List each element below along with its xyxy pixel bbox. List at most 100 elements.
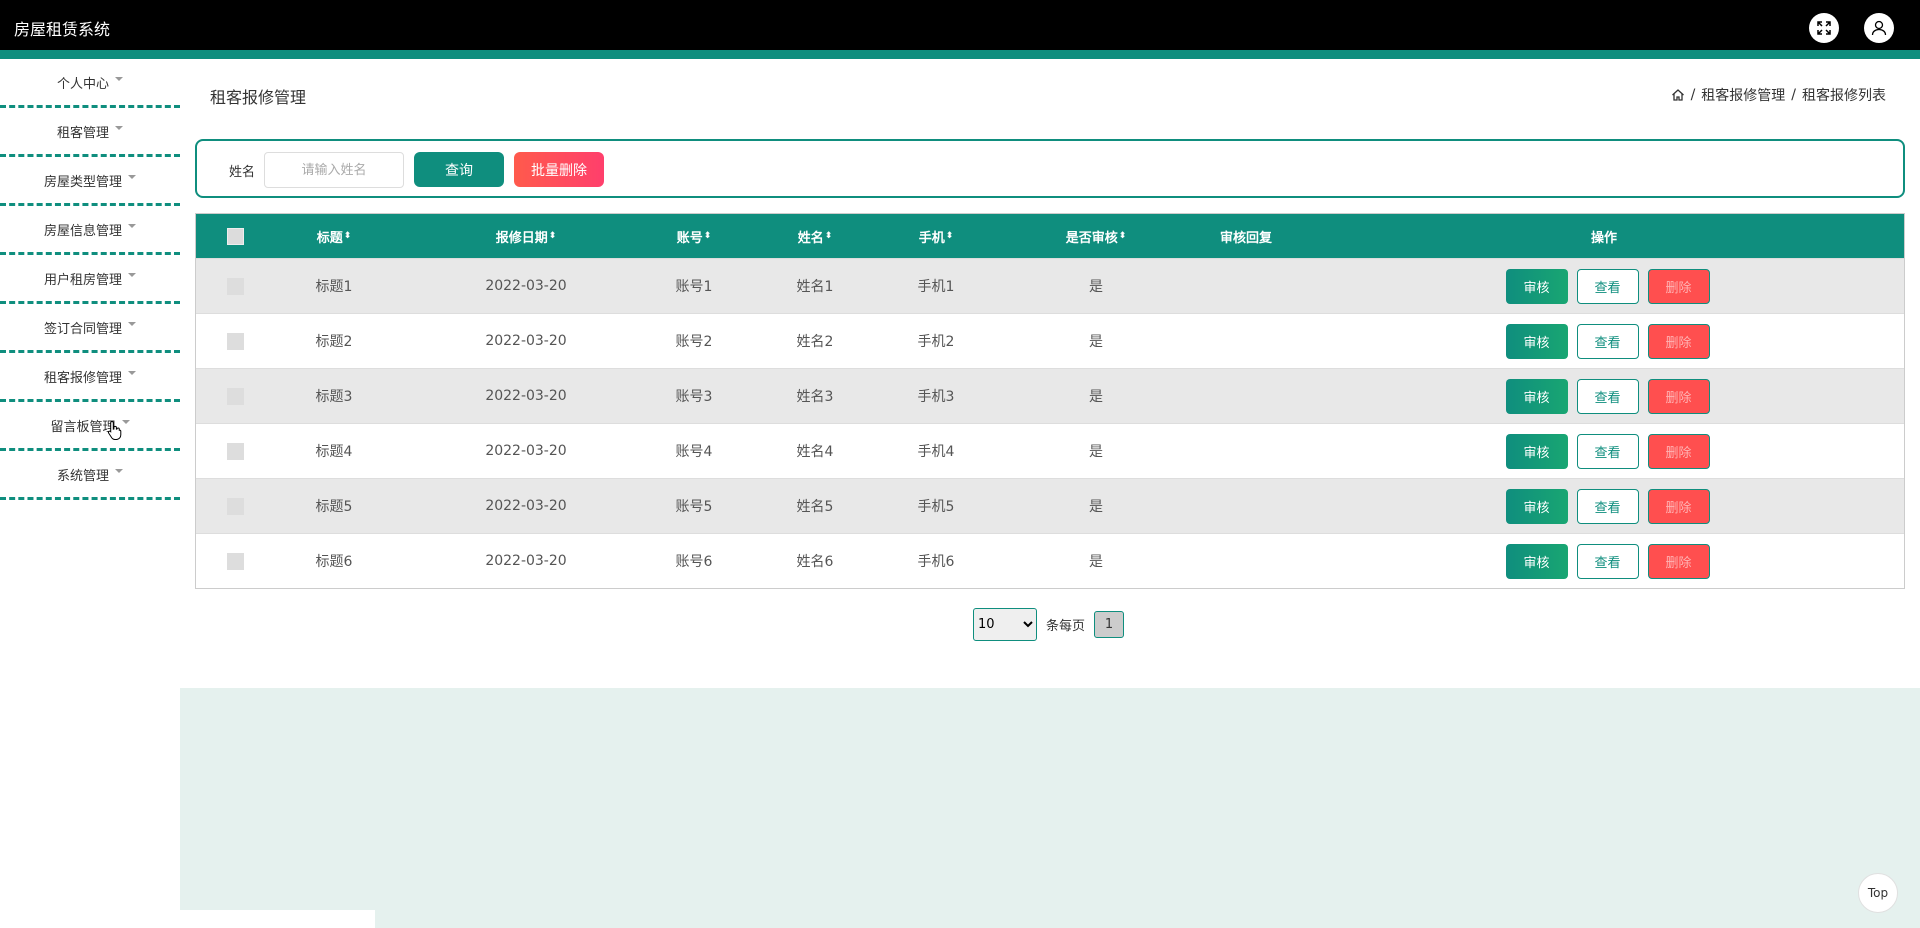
cell-name: 姓名3 — [796, 389, 834, 405]
sidebar-item-personal-center[interactable]: 个人中心 — [0, 59, 180, 108]
back-to-top-button[interactable]: Top — [1858, 873, 1898, 913]
breadcrumb-item[interactable]: 租客报修管理 — [1701, 85, 1785, 105]
caret-down-icon — [128, 322, 136, 326]
cell-date: 2022-03-20 — [485, 443, 567, 459]
user-button[interactable] — [1864, 13, 1894, 43]
cell-reply — [1196, 534, 1296, 588]
row-checkbox[interactable] — [226, 497, 244, 515]
view-button[interactable]: 查看 — [1576, 488, 1639, 524]
breadcrumb-separator: / — [1690, 87, 1696, 103]
audit-button[interactable]: 审核 — [1505, 268, 1568, 304]
cell-phone: 手机5 — [917, 499, 955, 515]
cell-date: 2022-03-20 — [485, 553, 567, 569]
delete-button[interactable]: 删除 — [1647, 488, 1710, 524]
view-button[interactable]: 查看 — [1576, 323, 1639, 359]
name-search-label: 姓名 — [229, 165, 256, 180]
row-checkbox[interactable] — [226, 332, 244, 350]
audit-button[interactable]: 审核 — [1505, 488, 1568, 524]
cell-reply — [1196, 314, 1296, 368]
column-header-date[interactable]: 报修日期 ⬍ — [466, 214, 586, 258]
column-header-reply: 审核回复 — [1219, 230, 1272, 246]
cell-account: 账号6 — [675, 554, 713, 570]
cell-phone: 手机2 — [917, 334, 955, 350]
column-header-actions: 操作 — [1590, 230, 1617, 246]
delete-button[interactable]: 删除 — [1647, 433, 1710, 469]
sidebar-item-house-type[interactable]: 房屋类型管理 — [0, 157, 180, 206]
sidebar-item-contract[interactable]: 签订合同管理 — [0, 304, 180, 353]
cell-audited: 是 — [1089, 334, 1103, 350]
row-checkbox[interactable] — [226, 552, 244, 570]
cell-phone: 手机6 — [917, 554, 955, 570]
home-icon[interactable] — [1671, 88, 1685, 102]
header-accent-bar — [0, 50, 1920, 59]
sidebar-item-user-rental[interactable]: 用户租房管理 — [0, 255, 180, 304]
view-button[interactable]: 查看 — [1576, 378, 1639, 414]
view-button[interactable]: 查看 — [1576, 543, 1639, 579]
pagination: 10 条每页 1 — [973, 608, 1125, 641]
audit-button[interactable]: 审核 — [1505, 323, 1568, 359]
cell-name: 姓名6 — [796, 554, 834, 570]
cell-name: 姓名5 — [796, 499, 834, 515]
sort-icon: ⬍ — [343, 231, 352, 241]
fullscreen-button[interactable] — [1809, 13, 1839, 43]
sort-icon: ⬍ — [548, 231, 557, 241]
page-number-button[interactable]: 1 — [1094, 611, 1125, 638]
cell-audited: 是 — [1089, 554, 1103, 570]
cell-title: 标题2 — [315, 334, 353, 350]
delete-button[interactable]: 删除 — [1647, 543, 1710, 579]
audit-button[interactable]: 审核 — [1505, 543, 1568, 579]
cell-title: 标题1 — [315, 279, 353, 295]
caret-down-icon — [128, 175, 136, 179]
delete-button[interactable]: 删除 — [1647, 378, 1710, 414]
cell-title: 标题6 — [315, 554, 353, 570]
column-header-audited[interactable]: 是否审核 ⬍ — [1046, 214, 1146, 258]
cell-reply — [1196, 424, 1296, 478]
sidebar-item-message-board[interactable]: 留言板管理 — [0, 402, 180, 451]
cell-phone: 手机3 — [917, 389, 955, 405]
cell-title: 标题5 — [315, 499, 353, 515]
table-row: 标题1 2022-03-20 账号1 姓名1 手机1 是 审核 查看 删除 — [196, 258, 1904, 313]
column-header-title[interactable]: 标题 ⬍ — [296, 214, 372, 258]
cell-reply — [1196, 259, 1296, 313]
row-checkbox[interactable] — [226, 442, 244, 460]
sidebar-item-repair[interactable]: 租客报修管理 — [0, 353, 180, 402]
audit-button[interactable]: 审核 — [1505, 378, 1568, 414]
view-button[interactable]: 查看 — [1576, 433, 1639, 469]
cell-date: 2022-03-20 — [485, 278, 567, 294]
cell-account: 账号2 — [675, 334, 713, 350]
breadcrumb: / 租客报修管理 / 租客报修列表 — [1671, 85, 1886, 105]
sidebar: 个人中心 租客管理 房屋类型管理 房屋信息管理 用户租房管理 签订合同管理 租客… — [0, 59, 180, 500]
caret-down-icon — [128, 224, 136, 228]
caret-down-icon — [115, 126, 123, 130]
table-row: 标题3 2022-03-20 账号3 姓名3 手机3 是 审核 查看 删除 — [196, 368, 1904, 423]
cell-phone: 手机1 — [917, 279, 955, 295]
sidebar-item-tenant[interactable]: 租客管理 — [0, 108, 180, 157]
row-checkbox[interactable] — [226, 277, 244, 295]
cell-name: 姓名2 — [796, 334, 834, 350]
query-button[interactable]: 查询 — [414, 152, 504, 187]
cell-audited: 是 — [1089, 279, 1103, 295]
cell-reply — [1196, 479, 1296, 533]
breadcrumb-item: 租客报修列表 — [1802, 88, 1886, 104]
table-header: 标题 ⬍ 报修日期 ⬍ 账号 ⬍ 姓名 ⬍ 手机 ⬍ 是否审核 ⬍ 审核回复 操作 — [196, 214, 1904, 258]
column-header-account[interactable]: 账号 ⬍ — [664, 214, 724, 258]
table-row: 标题5 2022-03-20 账号5 姓名5 手机5 是 审核 查看 删除 — [196, 478, 1904, 533]
table-row: 标题6 2022-03-20 账号6 姓名6 手机6 是 审核 查看 删除 — [196, 533, 1904, 588]
delete-button[interactable]: 删除 — [1647, 268, 1710, 304]
cell-audited: 是 — [1089, 389, 1103, 405]
sidebar-item-house-info[interactable]: 房屋信息管理 — [0, 206, 180, 255]
page-size-select[interactable]: 10 — [973, 608, 1037, 641]
select-all-checkbox[interactable] — [226, 227, 244, 245]
batch-delete-button[interactable]: 批量删除 — [514, 152, 604, 187]
sidebar-item-system[interactable]: 系统管理 — [0, 451, 180, 500]
caret-down-icon — [128, 273, 136, 277]
column-header-name[interactable]: 姓名 ⬍ — [785, 214, 845, 258]
sort-icon: ⬍ — [945, 231, 954, 241]
name-search-input[interactable] — [264, 152, 404, 188]
page-title: 租客报修管理 — [210, 88, 307, 107]
row-checkbox[interactable] — [226, 387, 244, 405]
delete-button[interactable]: 删除 — [1647, 323, 1710, 359]
view-button[interactable]: 查看 — [1576, 268, 1639, 304]
column-header-phone[interactable]: 手机 ⬍ — [906, 214, 966, 258]
audit-button[interactable]: 审核 — [1505, 433, 1568, 469]
